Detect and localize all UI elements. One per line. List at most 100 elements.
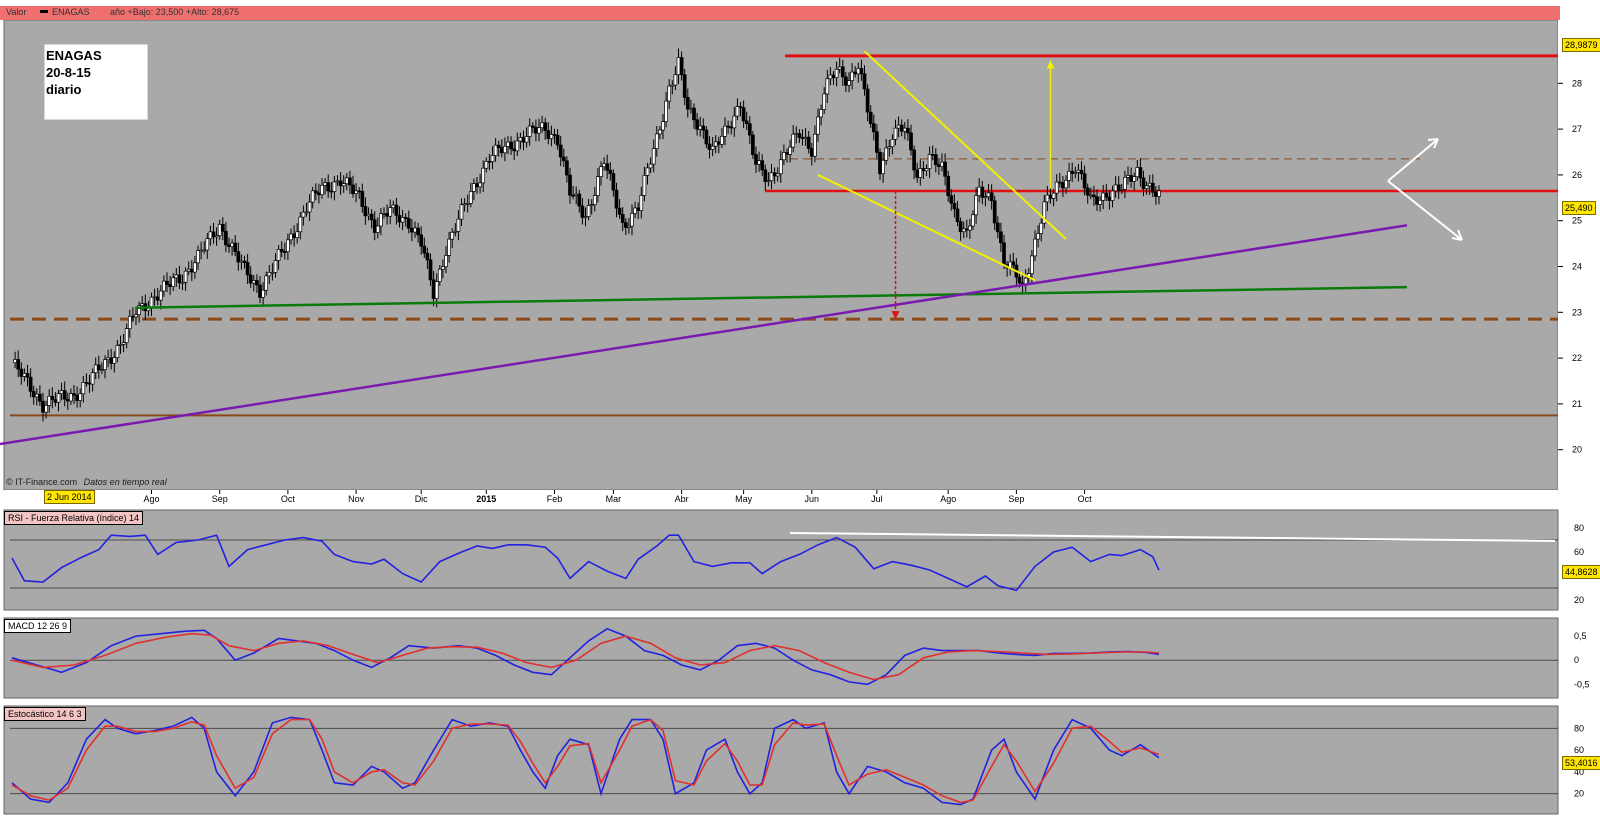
candle-body xyxy=(217,223,222,237)
candle-body xyxy=(645,167,650,176)
x-tick-label: Abr xyxy=(675,494,689,504)
candle-body xyxy=(933,154,938,166)
candle-body xyxy=(199,249,203,252)
candle-body xyxy=(127,315,132,329)
candle-body xyxy=(1070,170,1075,174)
candle-body xyxy=(1095,196,1099,205)
candle-body xyxy=(995,222,1000,233)
candle-body xyxy=(298,216,303,233)
candle-body xyxy=(255,280,259,286)
candle-body xyxy=(1119,189,1124,191)
candle-body xyxy=(918,168,923,178)
candle-body xyxy=(977,186,982,196)
candle-body xyxy=(871,123,876,133)
candle-body xyxy=(248,274,253,284)
candle-body xyxy=(304,211,309,214)
candle-body xyxy=(726,125,730,128)
candle-body xyxy=(180,281,185,284)
candle-body xyxy=(1141,177,1146,189)
candle-body xyxy=(503,146,507,154)
candle-body xyxy=(382,213,386,215)
candle-body xyxy=(946,175,951,197)
candle-body xyxy=(375,225,380,233)
candle-body xyxy=(75,394,79,401)
candle-body xyxy=(428,259,433,281)
x-axis-bg xyxy=(4,490,1558,506)
candle-body xyxy=(912,149,916,171)
candle-body xyxy=(515,140,520,152)
enagas-chart: 28 27 26 25 24 23 22 21 20 Jul Ago Sep Oct Nov Dic 201… xyxy=(0,19,1600,815)
candle-body xyxy=(806,136,811,149)
candle-body xyxy=(627,225,631,228)
candle-body xyxy=(1002,242,1006,266)
candle-body xyxy=(794,133,799,135)
candle-body xyxy=(416,227,420,236)
candle-body xyxy=(124,328,129,343)
candle-body xyxy=(732,115,737,129)
info-period: diario xyxy=(46,82,82,97)
candle-body xyxy=(757,160,761,165)
candle-body xyxy=(574,193,579,196)
candle-body xyxy=(778,159,783,175)
candle-body xyxy=(1123,177,1127,190)
candle-body xyxy=(955,208,960,223)
candle-body xyxy=(840,66,845,78)
candle-body xyxy=(103,359,107,370)
candle-body xyxy=(295,231,300,238)
candle-body xyxy=(193,262,197,273)
candle-body xyxy=(317,192,321,196)
candle-body xyxy=(602,163,606,168)
candle-body xyxy=(1076,169,1081,173)
candle-body xyxy=(707,143,712,150)
candle-body xyxy=(481,167,486,184)
candle-body xyxy=(242,260,247,263)
candle-body xyxy=(831,74,836,78)
candle-body xyxy=(1064,180,1068,189)
candle-body xyxy=(751,134,755,155)
candle-body xyxy=(1116,184,1121,191)
candle-body xyxy=(174,274,179,279)
candle-body xyxy=(586,205,591,217)
candle-body xyxy=(682,74,687,98)
candle-body xyxy=(844,76,848,86)
candle-body xyxy=(716,141,721,145)
candle-body xyxy=(245,262,250,276)
price-last-label: 25,490 xyxy=(1562,201,1596,215)
candle-body xyxy=(834,68,839,78)
candle-body xyxy=(189,268,194,273)
candle-body xyxy=(363,206,368,217)
candle-body xyxy=(121,342,126,345)
candle-body xyxy=(906,127,910,134)
candle-body xyxy=(158,290,163,301)
candle-body xyxy=(44,405,48,413)
candle-body xyxy=(1154,191,1158,197)
candle-body xyxy=(394,204,399,216)
candle-body xyxy=(670,84,675,87)
candle-body xyxy=(689,107,693,110)
candle-body xyxy=(1113,184,1118,192)
candle-body xyxy=(1101,192,1106,201)
x-tick-label: Ago xyxy=(940,494,956,504)
candle-body xyxy=(782,152,786,161)
stoch-tick-label: 60 xyxy=(1574,745,1584,755)
candle-body xyxy=(695,119,699,130)
candle-body xyxy=(171,277,176,287)
candle-body xyxy=(813,133,817,157)
candle-body xyxy=(592,195,597,205)
candle-body xyxy=(31,391,36,398)
info-date: 20-8-15 xyxy=(46,65,91,80)
candle-body xyxy=(791,133,796,148)
candle-body xyxy=(230,242,234,247)
candle-body xyxy=(16,359,21,370)
candle-body xyxy=(292,233,296,238)
candle-body xyxy=(90,372,95,385)
candle-body xyxy=(828,74,833,80)
candle-body xyxy=(422,245,427,254)
candle-body xyxy=(329,190,334,193)
candle-body xyxy=(630,213,634,227)
candle-body xyxy=(152,296,157,299)
candle-body xyxy=(1011,261,1016,266)
candle-body xyxy=(937,164,941,167)
candle-body xyxy=(1147,182,1152,187)
candle-body xyxy=(766,180,771,183)
